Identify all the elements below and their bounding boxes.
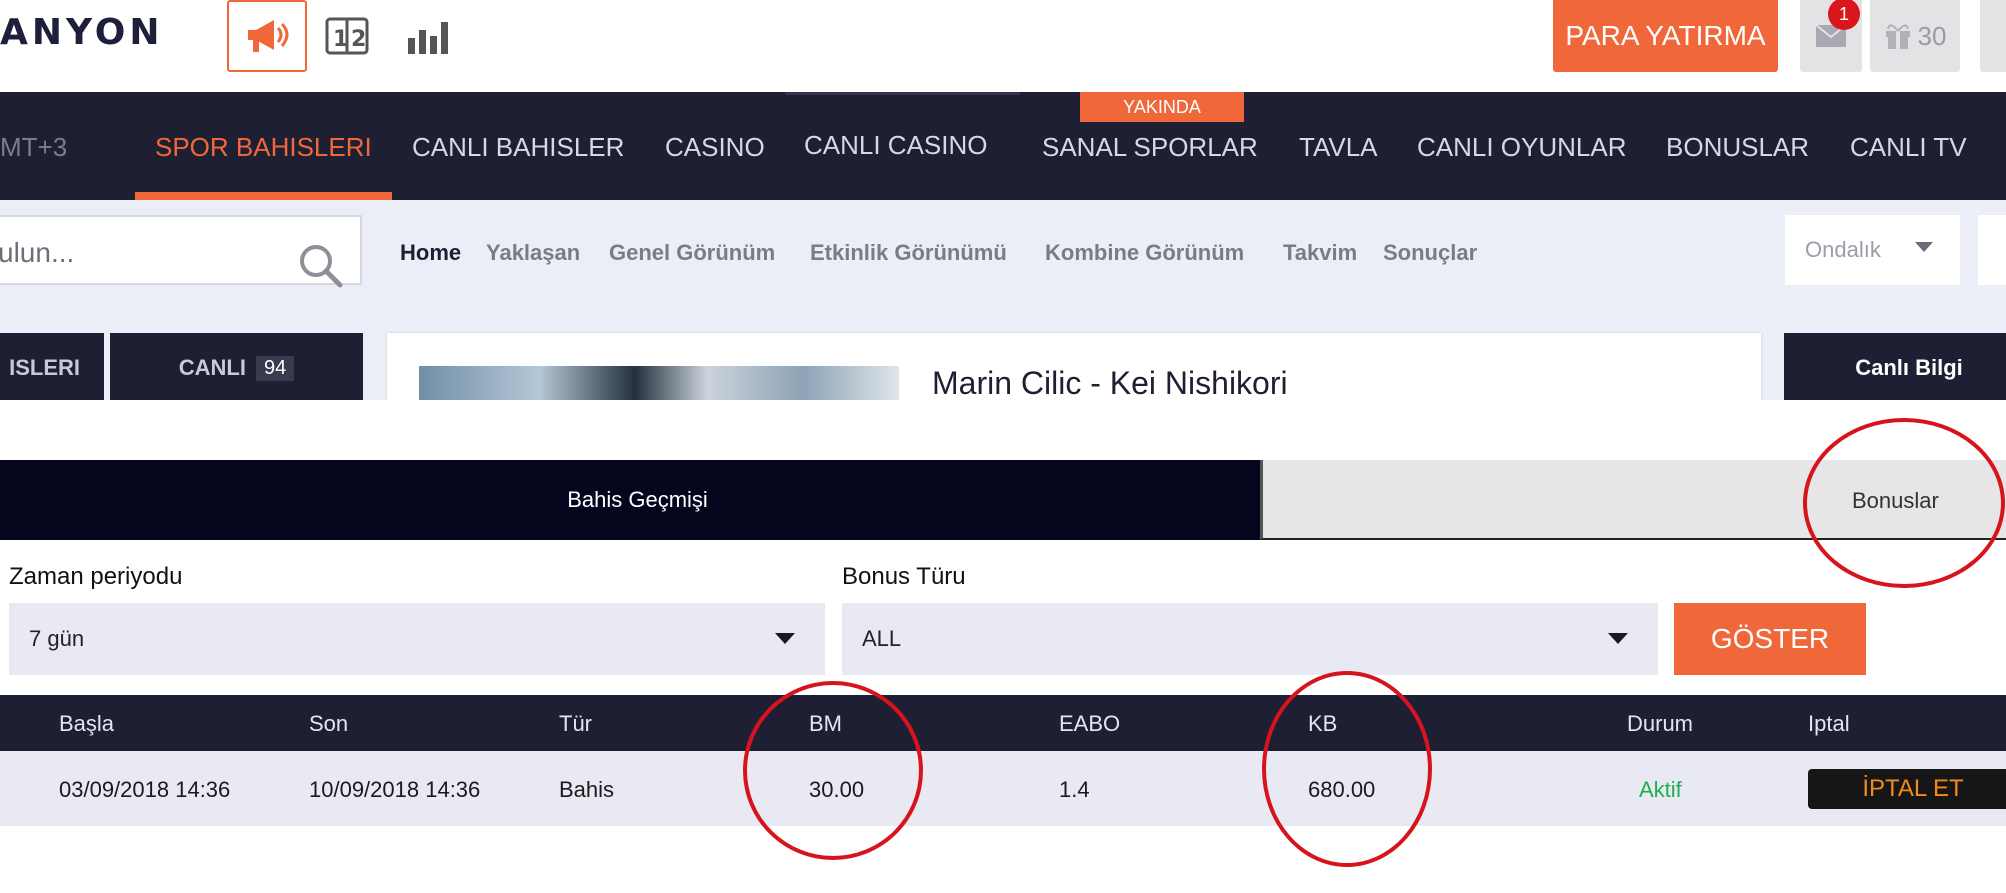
svg-text:2: 2	[351, 27, 366, 52]
nav-top-accent	[785, 92, 1020, 95]
svg-text:1: 1	[333, 27, 348, 52]
nav-item-live-games[interactable]: CANLI OYUNLAR	[1417, 132, 1627, 163]
bonus-type-label: Bonus Türu	[842, 563, 966, 590]
cell-start: 03/09/2018 14:36	[59, 777, 231, 802]
subnav-upcoming[interactable]: Yaklaşan	[486, 240, 580, 266]
coming-soon-badge: YAKINDA	[1080, 92, 1244, 122]
annotation-circle-kb	[1262, 671, 1432, 867]
nav-item-live-betting[interactable]: CANLI BAHISLER	[412, 132, 624, 163]
cell-eabo: 1.4	[1059, 777, 1090, 802]
col-type: Tür	[559, 711, 592, 736]
subnav-overview[interactable]: Genel Görünüm	[609, 240, 775, 266]
featured-event-card[interactable]: Marin Cilic - Kei Nishikori	[387, 333, 1761, 406]
show-button[interactable]: GÖSTER	[1674, 603, 1866, 675]
announcements-button[interactable]	[227, 0, 307, 72]
odds-format-select[interactable]: Ondalık	[1785, 215, 1960, 285]
megaphone-icon	[248, 20, 289, 52]
table-row: 03/09/2018 14:36 10/09/2018 14:36 Bahis …	[0, 751, 2006, 826]
live-count-badge: 94	[255, 355, 295, 381]
subnav-results[interactable]: Sonuçlar	[1383, 240, 1477, 266]
nav-item-backgammon[interactable]: TAVLA	[1299, 132, 1378, 163]
tab-live-label: CANLI	[178, 355, 246, 380]
cell-end: 10/09/2018 14:36	[309, 777, 481, 802]
gift-count: 30	[1917, 20, 1947, 51]
nav-item-live-tv[interactable]: CANLI TV	[1850, 132, 1967, 163]
stats-icon	[408, 22, 448, 54]
search-input[interactable]: ulun...	[0, 215, 362, 288]
live-info-tab[interactable]: Canlı Bilgi	[1784, 333, 2006, 403]
timezone-label: MT+3	[0, 132, 68, 162]
scoreboard-icon: 1 2	[325, 17, 369, 55]
nav-item-sports[interactable]: SPOR BAHISLERI	[155, 132, 372, 163]
bonus-type-dropdown-icon	[1608, 633, 1628, 644]
subnav-extra-control[interactable]	[1978, 215, 2006, 285]
nav-item-virtual-sports[interactable]: SANAL SPORLAR	[1042, 132, 1258, 163]
col-status: Durum	[1627, 711, 1694, 736]
annotation-circle-bm	[743, 681, 923, 860]
subnav-event-view[interactable]: Etkinlik Görünümü	[810, 240, 1007, 266]
subnav-combined-view[interactable]: Kombine Görünüm	[1045, 240, 1244, 266]
tab-bet-history[interactable]: Bahis Geçmişi	[0, 460, 1260, 540]
gift-icon	[1885, 24, 1910, 49]
deposit-button[interactable]: PARA YATIRMA	[1553, 0, 1778, 72]
nav-item-casino[interactable]: CASINO	[665, 132, 765, 163]
top-header: ANYON 1 2 PARA YATIRMA 1 30	[0, 0, 2006, 92]
search-icon[interactable]	[298, 243, 344, 289]
bonus-type-select[interactable]: ALL	[842, 603, 1658, 675]
brand-logo[interactable]: ANYON	[0, 12, 164, 53]
col-cancel: Iptal	[1808, 711, 1850, 736]
period-select-value: 7 gün	[29, 626, 85, 651]
cancel-bonus-button[interactable]: İPTAL ET	[1808, 769, 2006, 809]
event-title: Marin Cilic - Kei Nishikori	[932, 365, 1288, 401]
nav-item-bonuses[interactable]: BONUSLAR	[1666, 132, 1809, 163]
bonus-gift-button[interactable]: 30	[1870, 0, 1960, 72]
period-select[interactable]: 7 gün	[9, 603, 825, 675]
col-end: Son	[309, 711, 349, 736]
nav-item-live-casino[interactable]: CANLI CASINO	[804, 130, 988, 161]
main-navigation: MT+3 SPOR BAHISLERI CANLI BAHISLER CASIN…	[0, 92, 2006, 200]
subnav-home[interactable]: Home	[400, 240, 461, 266]
annotation-circle-bonuses	[1803, 418, 2005, 588]
search-placeholder: ulun...	[0, 237, 75, 268]
cell-status: Aktif	[1639, 777, 1682, 802]
cell-type: Bahis	[559, 777, 615, 802]
col-start: Başla	[59, 711, 115, 736]
bonus-history-panel: Bahis Geçmişi Bonuslar Zaman periyodu 7 …	[0, 400, 2006, 893]
col-eabo: EABO	[1059, 711, 1121, 736]
tab-live[interactable]: CANLI 94	[110, 333, 363, 403]
statistics-button[interactable]	[387, 0, 467, 72]
header-extra-button[interactable]	[1980, 0, 2006, 72]
tab-sports-betting[interactable]: ISLERI	[0, 333, 104, 403]
period-label: Zaman periyodu	[9, 563, 183, 590]
chevron-down-icon	[1915, 242, 1933, 252]
period-dropdown-icon	[775, 633, 795, 644]
subnav-calendar[interactable]: Takvim	[1283, 240, 1357, 266]
bonus-type-select-value: ALL	[862, 626, 902, 651]
bonus-table-header: Başla Son Tür BM EABO KB Durum Iptal	[0, 695, 2006, 751]
scoreboard-button[interactable]: 1 2	[307, 0, 387, 72]
active-nav-underline	[135, 192, 392, 200]
